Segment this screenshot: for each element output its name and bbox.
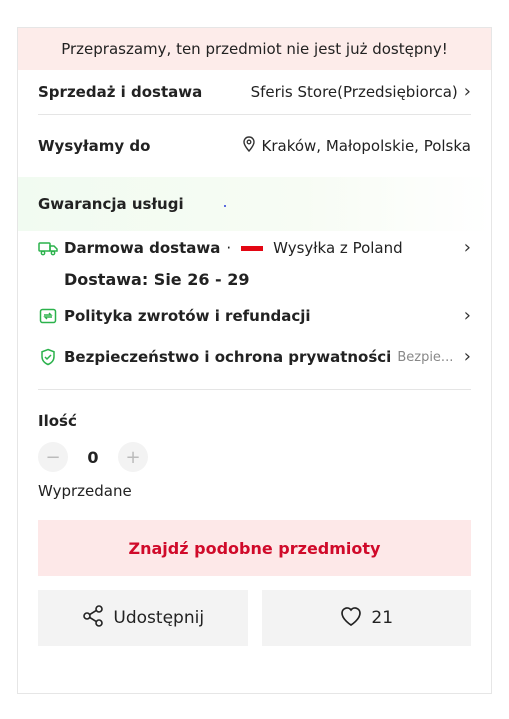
unavailable-text: Przepraszamy, ten przedmiot nie jest już… [61,40,448,58]
sales-label: Sprzedaż i dostawa [38,83,203,101]
shipping-to-label: Wysyłamy do [38,137,151,155]
location-pin-icon [242,136,256,156]
sold-out-status: Wyprzedane [38,482,132,500]
find-similar-button[interactable]: Znajdź podobne przedmioty [38,520,471,576]
returns-policy-title: Polityka zwrotów i refundacji [64,307,311,325]
product-card: Przepraszamy, ten przedmiot nie jest już… [17,27,492,694]
shipping-location: Kraków, Małopolskie, Polska [261,137,472,155]
chevron-right-icon[interactable]: › [464,239,471,257]
free-shipping-title: Darmowa dostawa [64,239,221,257]
returns-policy-row[interactable]: Polityka zwrotów i refundacji › [38,295,471,337]
delivery-date: Dostawa: Sie 26 - 29 [64,269,250,289]
privacy-hint: Bezpie... [397,349,454,365]
free-shipping-row[interactable]: Darmowa dostawa · Wysyłka z Poland › [38,233,471,263]
privacy-title: Bezpieczeństwo i ochrona prywatności [64,348,392,366]
quantity-increase-button[interactable]: + [118,442,148,472]
quantity-decrease-button[interactable]: − [38,442,68,472]
unavailable-banner: Przepraszamy, ten przedmiot nie jest już… [18,28,491,70]
return-icon [38,306,58,326]
share-label: Udostępnij [113,608,205,628]
chevron-right-icon[interactable]: › [464,348,471,366]
heart-icon [339,605,363,632]
shipping-to-row: Wysyłamy do Kraków, Małopolskie, Polska [38,115,471,177]
chevron-right-icon[interactable]: › [464,83,471,101]
shield-check-icon [38,347,58,367]
ship-from-text: Wysyłka z Poland [273,239,403,257]
privacy-row[interactable]: Bezpieczeństwo i ochrona prywatności Bez… [38,337,471,377]
quantity-value: 0 [87,447,99,467]
guarantee-title: Gwarancja usługi [38,195,184,213]
quantity-label: Ilość [38,412,77,430]
share-icon [81,604,105,633]
quantity-stepper: − 0 + [38,442,471,472]
truck-icon [38,238,58,258]
like-button[interactable]: 21 [261,590,471,646]
store-name[interactable]: Sferis Store(Przedsiębiorca) [251,83,458,101]
guarantee-header: Gwarancja usługi [18,177,491,231]
poland-flag-icon [241,245,264,251]
sales-and-delivery-row[interactable]: Sprzedaż i dostawa Sferis Store(Przedsię… [38,70,471,114]
likes-count: 21 [371,608,394,628]
find-similar-label: Znajdź podobne przedmioty [128,538,381,558]
share-button[interactable]: Udostępnij [38,590,248,646]
chevron-right-icon[interactable]: › [464,307,471,325]
separator: · [226,239,232,257]
